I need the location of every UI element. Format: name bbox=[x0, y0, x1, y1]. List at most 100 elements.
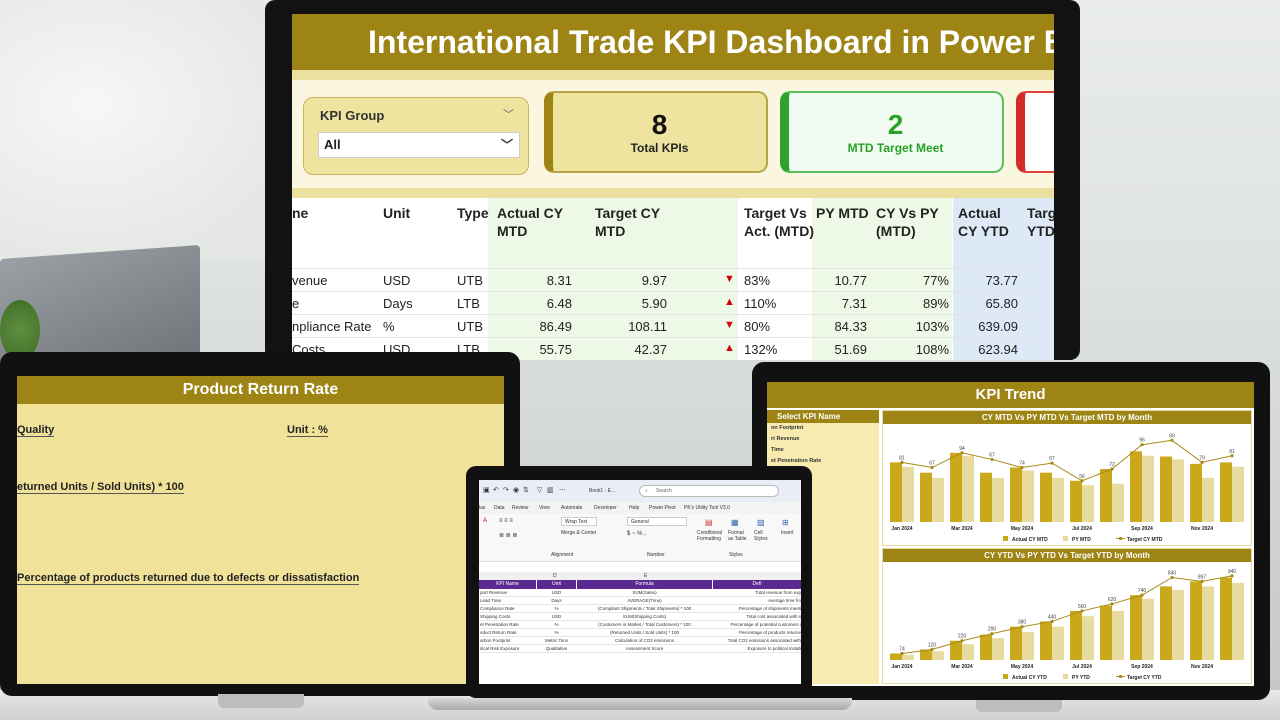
save-icon[interactable]: ▣ bbox=[483, 486, 490, 494]
cell-definition[interactable]: Exposure to political instab bbox=[715, 646, 801, 651]
cell-kpi-name[interactable]: itical Risk Exposure bbox=[480, 646, 536, 651]
kpi-list-item[interactable]: Time bbox=[767, 445, 879, 456]
cell-ytd: 73.77 bbox=[985, 273, 1018, 288]
cell-styles-button[interactable]: Cell Styles bbox=[754, 530, 774, 542]
cell-unit[interactable]: Days bbox=[537, 598, 576, 603]
tab-review[interactable]: Review bbox=[512, 505, 528, 511]
chevron-down-icon[interactable]: ﹀ bbox=[501, 133, 513, 157]
cell-formula[interactable]: (Compliant Shipments / Total Shipments) … bbox=[577, 606, 712, 611]
col-header-unit[interactable]: Unit bbox=[537, 580, 576, 589]
number-format-select[interactable]: General bbox=[627, 517, 687, 526]
kpi-group-slicer[interactable]: KPI Group ﹀ All ﹀ bbox=[303, 97, 529, 175]
cell-formula[interactable]: Calculation of CO2 emissions bbox=[577, 638, 712, 643]
autosave-icon[interactable]: ◉ bbox=[513, 486, 519, 494]
cell-formula[interactable]: (Customers in Market / Total Customers) … bbox=[577, 622, 712, 627]
cell-kpi-name[interactable]: Lead Time bbox=[480, 598, 536, 603]
cell-definition[interactable]: Percentage of shipments meeti bbox=[715, 606, 801, 611]
bar-prior-year bbox=[902, 466, 914, 522]
cell-kpi-name[interactable]: port Revenue bbox=[480, 590, 536, 595]
font-color-icon[interactable]: A bbox=[483, 518, 487, 524]
header-target-cy-mtd: Target CY MTD bbox=[595, 205, 660, 239]
cell-unit[interactable]: Qualitative bbox=[537, 646, 576, 651]
spreadsheet-row[interactable]: itical Risk Exposure Qualitative Assessmen… bbox=[479, 645, 801, 653]
spreadsheet-row[interactable]: Shipping Costs USD SUM(Shipping Costs) Tota… bbox=[479, 613, 801, 621]
spreadsheet-row[interactable]: Compliance Rate% (Compliant Shipments / T… bbox=[479, 605, 801, 613]
bar-actual bbox=[1130, 451, 1142, 522]
conditional-formatting-icon[interactable]: ▤ bbox=[705, 518, 713, 527]
kpi-list-item[interactable]: on Footprint bbox=[767, 423, 879, 434]
kpi-list-item[interactable]: rt Revenue bbox=[767, 434, 879, 445]
filter-icon[interactable]: ▽ bbox=[537, 486, 542, 494]
up-arrow-icon: ▲ bbox=[724, 342, 735, 354]
indent-icons[interactable]: ≣ ≣ ≣ bbox=[499, 532, 517, 539]
bar-actual bbox=[1220, 577, 1232, 660]
conditional-formatting-button[interactable]: Conditional Formatting bbox=[697, 530, 723, 542]
tab-power-pivot[interactable]: Power Pivot bbox=[649, 505, 676, 511]
redo-icon[interactable]: ↷ bbox=[503, 486, 509, 494]
spreadsheet-row[interactable]: port Revenue USD SUM(Sales) Total revenue f… bbox=[479, 589, 801, 597]
cell-py: 10.77 bbox=[834, 273, 867, 288]
cell-kpi-name[interactable]: Shipping Costs bbox=[480, 614, 536, 619]
spreadsheet-row[interactable]: et Penetration Rate% (Customers in Market… bbox=[479, 621, 801, 629]
search-input[interactable]: ⌕ Search bbox=[639, 485, 779, 497]
cell-unit[interactable]: % bbox=[537, 606, 576, 611]
cell-definition[interactable]: Total CO2 emissions associated with bbox=[715, 638, 801, 643]
bar-actual bbox=[1160, 586, 1172, 660]
tab-utility-tool[interactable]: PK's Utility Tool V3.0 bbox=[684, 505, 730, 511]
spreadsheet-row[interactable]: Lead Time Days AVERAGE(Time) Average time f… bbox=[479, 597, 801, 605]
cell-unit[interactable]: % bbox=[537, 622, 576, 627]
cell-name: venue bbox=[292, 273, 328, 288]
cell-definition[interactable]: Total cost associated with s bbox=[715, 614, 801, 619]
cell-kpi-name[interactable]: oduct Return Rate bbox=[480, 630, 536, 635]
cell-formula[interactable]: AVERAGE(Time) bbox=[577, 598, 712, 603]
merge-center-button[interactable]: Merge & Center bbox=[561, 530, 596, 536]
column-letter-e[interactable]: E bbox=[644, 573, 647, 579]
cell-formula[interactable]: SUM(Shipping Costs) bbox=[577, 614, 712, 619]
alignment-group-label: Alignment bbox=[551, 552, 574, 558]
col-header-definition[interactable]: Defi bbox=[713, 580, 801, 589]
col-header-kpi-name[interactable]: KPI Name bbox=[479, 580, 536, 589]
insert-button[interactable]: Insert bbox=[781, 530, 794, 536]
cell-styles-icon[interactable]: ▧ bbox=[757, 518, 765, 527]
cell-definition[interactable]: Percentage of products returne bbox=[715, 630, 801, 635]
format-table-icon[interactable]: ▦ bbox=[731, 518, 739, 527]
cell-unit[interactable]: USD bbox=[537, 590, 576, 595]
bar-actual bbox=[890, 462, 902, 522]
cell-formula[interactable]: (Returned Units / Sold Units) * 100 bbox=[577, 630, 712, 635]
cell-formula[interactable]: SUM(Sales) bbox=[577, 590, 712, 595]
col-header-formula[interactable]: Formula bbox=[577, 580, 712, 589]
cell-kpi-name[interactable]: arbon Footprint bbox=[480, 638, 536, 643]
wrap-text-button[interactable]: Wrap Text bbox=[561, 517, 597, 526]
cell-unit[interactable]: % bbox=[537, 630, 576, 635]
cell-kpi-name[interactable]: Compliance Rate bbox=[480, 606, 536, 611]
chart-icon[interactable]: ▥ bbox=[547, 486, 554, 494]
more-icon[interactable]: ⋯ bbox=[559, 486, 566, 494]
spreadsheet-row[interactable]: arbon Footprint Metric Tons Calculation of… bbox=[479, 637, 801, 645]
bar-prior-year bbox=[1232, 582, 1244, 660]
cell-definition[interactable]: Percentage of potential customers i bbox=[715, 622, 801, 627]
insert-icon[interactable]: ⊞ bbox=[782, 518, 789, 527]
tab-help[interactable]: Help bbox=[629, 505, 639, 511]
select-kpi-label: Select KPI Name bbox=[767, 410, 879, 423]
search-placeholder: Search bbox=[656, 488, 672, 494]
cell-kpi-name[interactable]: et Penetration Rate bbox=[480, 622, 536, 627]
undo-icon[interactable]: ↶ bbox=[493, 486, 499, 494]
tab-formulas[interactable]: las bbox=[479, 505, 485, 511]
tab-data[interactable]: Data bbox=[494, 505, 505, 511]
currency-icons[interactable]: $ ~ % , bbox=[627, 531, 646, 537]
cell-definition[interactable]: Average time fro bbox=[715, 598, 801, 603]
cell-definition[interactable]: Total revenue from exp bbox=[715, 590, 801, 595]
tab-automate[interactable]: Automate bbox=[561, 505, 582, 511]
cell-formula[interactable]: Assessment Score bbox=[577, 646, 712, 651]
tab-developer[interactable]: Developer bbox=[594, 505, 617, 511]
tab-view[interactable]: View bbox=[539, 505, 550, 511]
format-table-button[interactable]: Format as Table bbox=[728, 530, 750, 542]
kpi-group-dropdown[interactable]: All ﹀ bbox=[318, 132, 520, 158]
sort-icon[interactable]: ⇅ bbox=[523, 486, 529, 494]
chevron-down-icon[interactable]: ﹀ bbox=[503, 106, 514, 122]
cell-unit[interactable]: Metric Tons bbox=[537, 638, 576, 643]
align-icons[interactable]: ≡ ≡ ≡ bbox=[499, 518, 513, 524]
cell-unit[interactable]: USD bbox=[537, 614, 576, 619]
column-letter-d[interactable]: D bbox=[553, 573, 557, 579]
spreadsheet-row[interactable]: oduct Return Rate% (Returned Units / Sold… bbox=[479, 629, 801, 637]
